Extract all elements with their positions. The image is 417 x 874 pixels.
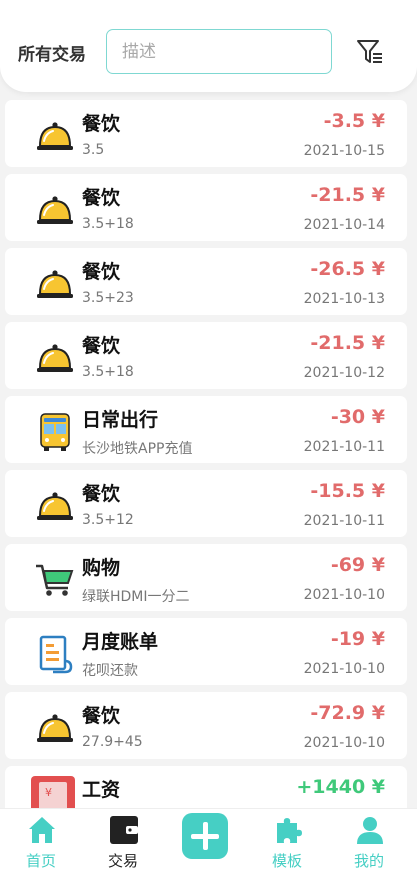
transaction-card[interactable]: 餐饮 3.5+18 -21.5 ¥ 2021-10-14: [5, 174, 407, 241]
transaction-card[interactable]: ¥ 工资 +1440 ¥: [5, 766, 407, 808]
transaction-date: 2021-10-10: [303, 661, 385, 677]
food-cloche-icon: [35, 708, 75, 748]
transaction-card[interactable]: 月度账单花呗还款 -19 ¥ 2021-10-10: [5, 618, 407, 685]
food-cloche-icon: [35, 264, 75, 304]
transaction-category: 餐饮: [82, 335, 121, 357]
search-box[interactable]: [106, 29, 332, 74]
transaction-card[interactable]: 餐饮 3.5+18 -21.5 ¥ 2021-10-12: [5, 322, 407, 389]
nav-profile[interactable]: 我的: [334, 813, 404, 873]
nav-templates-label: 模板: [271, 852, 302, 870]
transaction-note: 27.9+45: [82, 734, 143, 750]
bus-icon: [35, 412, 75, 452]
transaction-amount: -19 ¥: [330, 628, 385, 650]
transaction-category: 餐饮: [82, 187, 121, 209]
user-icon: [355, 815, 385, 845]
food-cloche-icon: [35, 190, 75, 230]
transaction-amount: -3.5 ¥: [323, 110, 385, 132]
transaction-category: 月度账单: [82, 631, 159, 653]
transaction-note: 3.5+18: [82, 216, 134, 232]
transaction-amount: +1440 ¥: [296, 776, 385, 798]
transaction-date: 2021-10-11: [303, 513, 385, 529]
bottom-nav: 首页 交易 模板 我的: [0, 808, 417, 874]
transaction-card[interactable]: 日常出行长沙地铁APP充值 -30 ¥ 2021-10-11: [5, 396, 407, 463]
transaction-note: 绿联HDMI一分二: [82, 589, 190, 605]
transaction-category: 餐饮: [82, 705, 121, 727]
transaction-date: 2021-10-15: [303, 143, 385, 159]
transaction-note: 3.5+23: [82, 290, 134, 306]
transaction-date: 2021-10-10: [303, 735, 385, 751]
transaction-amount: -15.5 ¥: [310, 480, 385, 502]
transaction-card[interactable]: 餐饮 3.5 -3.5 ¥ 2021-10-15: [5, 100, 407, 167]
transaction-amount: -69 ¥: [330, 554, 385, 576]
puzzle-icon: [273, 815, 303, 845]
transaction-date: 2021-10-11: [303, 439, 385, 455]
nav-transactions[interactable]: 交易: [88, 813, 158, 873]
transaction-category: 工资: [82, 779, 121, 801]
svg-text:¥: ¥: [45, 786, 52, 799]
transaction-amount: -30 ¥: [330, 406, 385, 428]
transaction-amount: -72.9 ¥: [310, 702, 385, 724]
nav-transactions-label: 交易: [107, 852, 138, 870]
add-transaction-button[interactable]: [182, 813, 228, 859]
transaction-date: 2021-10-10: [303, 587, 385, 603]
search-input[interactable]: [107, 30, 331, 73]
transaction-category: 购物: [82, 557, 121, 579]
transaction-category: 餐饮: [82, 261, 121, 283]
transaction-note: 花呗还款: [82, 663, 138, 679]
filter-icon[interactable]: [356, 38, 384, 66]
transaction-card[interactable]: 餐饮 3.5+12 -15.5 ¥ 2021-10-11: [5, 470, 407, 537]
food-cloche-icon: [35, 116, 75, 156]
transaction-note: 长沙地铁APP充值: [82, 441, 193, 457]
nav-home[interactable]: 首页: [6, 813, 76, 873]
salary-envelope-icon: ¥: [31, 776, 75, 808]
transaction-card[interactable]: 餐饮 27.9+45 -72.9 ¥ 2021-10-10: [5, 692, 407, 759]
home-icon: [27, 815, 57, 845]
transaction-category: 日常出行: [82, 409, 159, 431]
transaction-amount: -21.5 ¥: [310, 184, 385, 206]
top-bar: 所有交易: [0, 0, 417, 92]
transaction-category: 餐饮: [82, 113, 121, 135]
food-cloche-icon: [35, 338, 75, 378]
transaction-amount: -26.5 ¥: [310, 258, 385, 280]
transaction-date: 2021-10-14: [303, 217, 385, 233]
nav-profile-label: 我的: [353, 852, 384, 870]
transaction-note: 3.5: [82, 142, 105, 158]
food-cloche-icon: [35, 486, 75, 526]
transaction-card[interactable]: 餐饮 3.5+23 -26.5 ¥ 2021-10-13: [5, 248, 407, 315]
nav-home-label: 首页: [25, 852, 56, 870]
bill-icon: [35, 634, 75, 674]
transaction-list[interactable]: 餐饮 3.5 -3.5 ¥ 2021-10-15 餐饮 3.5+18 -21.5 ¥ 202…: [0, 98, 417, 808]
transaction-date: 2021-10-12: [303, 365, 385, 381]
shopping-cart-icon: [35, 560, 75, 600]
transaction-note: 3.5+18: [82, 364, 134, 380]
nav-templates[interactable]: 模板: [252, 813, 322, 873]
wallet-icon: [109, 815, 139, 845]
transaction-amount: -21.5 ¥: [310, 332, 385, 354]
transaction-card[interactable]: 购物绿联HDMI一分二 -69 ¥ 2021-10-10: [5, 544, 407, 611]
transaction-note: 3.5+12: [82, 512, 134, 528]
transaction-category: 餐饮: [82, 483, 121, 505]
transaction-date: 2021-10-13: [303, 291, 385, 307]
page-title: 所有交易: [18, 45, 86, 65]
